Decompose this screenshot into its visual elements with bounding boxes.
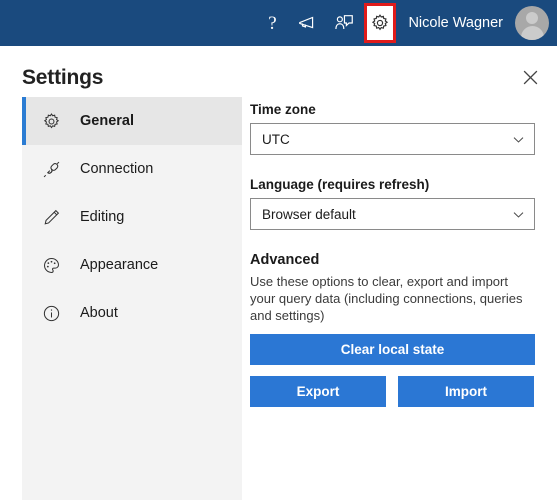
sidebar-item-label: Editing — [80, 209, 125, 225]
settings-button[interactable] — [364, 3, 397, 43]
sidebar-item-connection[interactable]: Connection — [22, 145, 242, 193]
avatar-head — [526, 12, 538, 24]
clear-local-state-button[interactable]: Clear local state — [250, 334, 535, 365]
palette-icon — [42, 256, 72, 275]
timezone-label: Time zone — [250, 102, 316, 117]
sidebar-item-general[interactable]: General — [22, 97, 242, 145]
import-button[interactable]: Import — [398, 376, 534, 407]
page-title: Settings — [22, 66, 104, 89]
gear-icon — [42, 112, 72, 131]
help-button[interactable]: ? — [254, 0, 290, 46]
avatar[interactable] — [515, 6, 549, 40]
plug-icon — [42, 160, 72, 179]
sidebar-item-editing[interactable]: Editing — [22, 193, 242, 241]
settings-content: Time zone UTC Language (requires refresh… — [250, 102, 536, 407]
settings-sidebar: General Connection Editing Appearance Ab… — [22, 97, 242, 500]
chevron-down-icon — [513, 136, 524, 143]
megaphone-icon — [299, 16, 314, 29]
pencil-icon — [42, 208, 72, 227]
close-icon — [523, 70, 537, 84]
gear-icon — [372, 14, 389, 31]
language-select[interactable]: Browser default — [250, 198, 535, 230]
language-value: Browser default — [262, 206, 356, 222]
question-mark-icon: ? — [268, 12, 277, 34]
close-button[interactable] — [517, 64, 543, 90]
sidebar-item-label: General — [80, 113, 134, 129]
sidebar-item-label: Connection — [80, 161, 154, 177]
chevron-down-icon — [513, 211, 524, 218]
language-label: Language (requires refresh) — [250, 177, 430, 192]
timezone-value: UTC — [262, 131, 290, 147]
top-navigation-bar: ? Nicole Wagner — [0, 0, 557, 46]
advanced-heading: Advanced — [250, 252, 320, 268]
sidebar-item-appearance[interactable]: Appearance — [22, 241, 242, 289]
export-button[interactable]: Export — [250, 376, 386, 407]
person-feedback-icon — [335, 15, 354, 29]
user-name-label: Nicole Wagner — [408, 15, 503, 31]
feedback-button[interactable] — [326, 0, 362, 46]
advanced-button-row: Export Import — [250, 376, 536, 407]
advanced-description: Use these options to clear, export and i… — [250, 274, 523, 323]
sidebar-item-about[interactable]: About — [22, 289, 242, 337]
settings-panel: Settings General Connection Editing Appe… — [0, 46, 557, 500]
info-icon — [42, 304, 72, 323]
timezone-select[interactable]: UTC — [250, 123, 535, 155]
announcements-button[interactable] — [290, 0, 326, 46]
avatar-body — [520, 26, 544, 40]
sidebar-item-label: Appearance — [80, 257, 159, 273]
sidebar-item-label: About — [80, 305, 118, 321]
